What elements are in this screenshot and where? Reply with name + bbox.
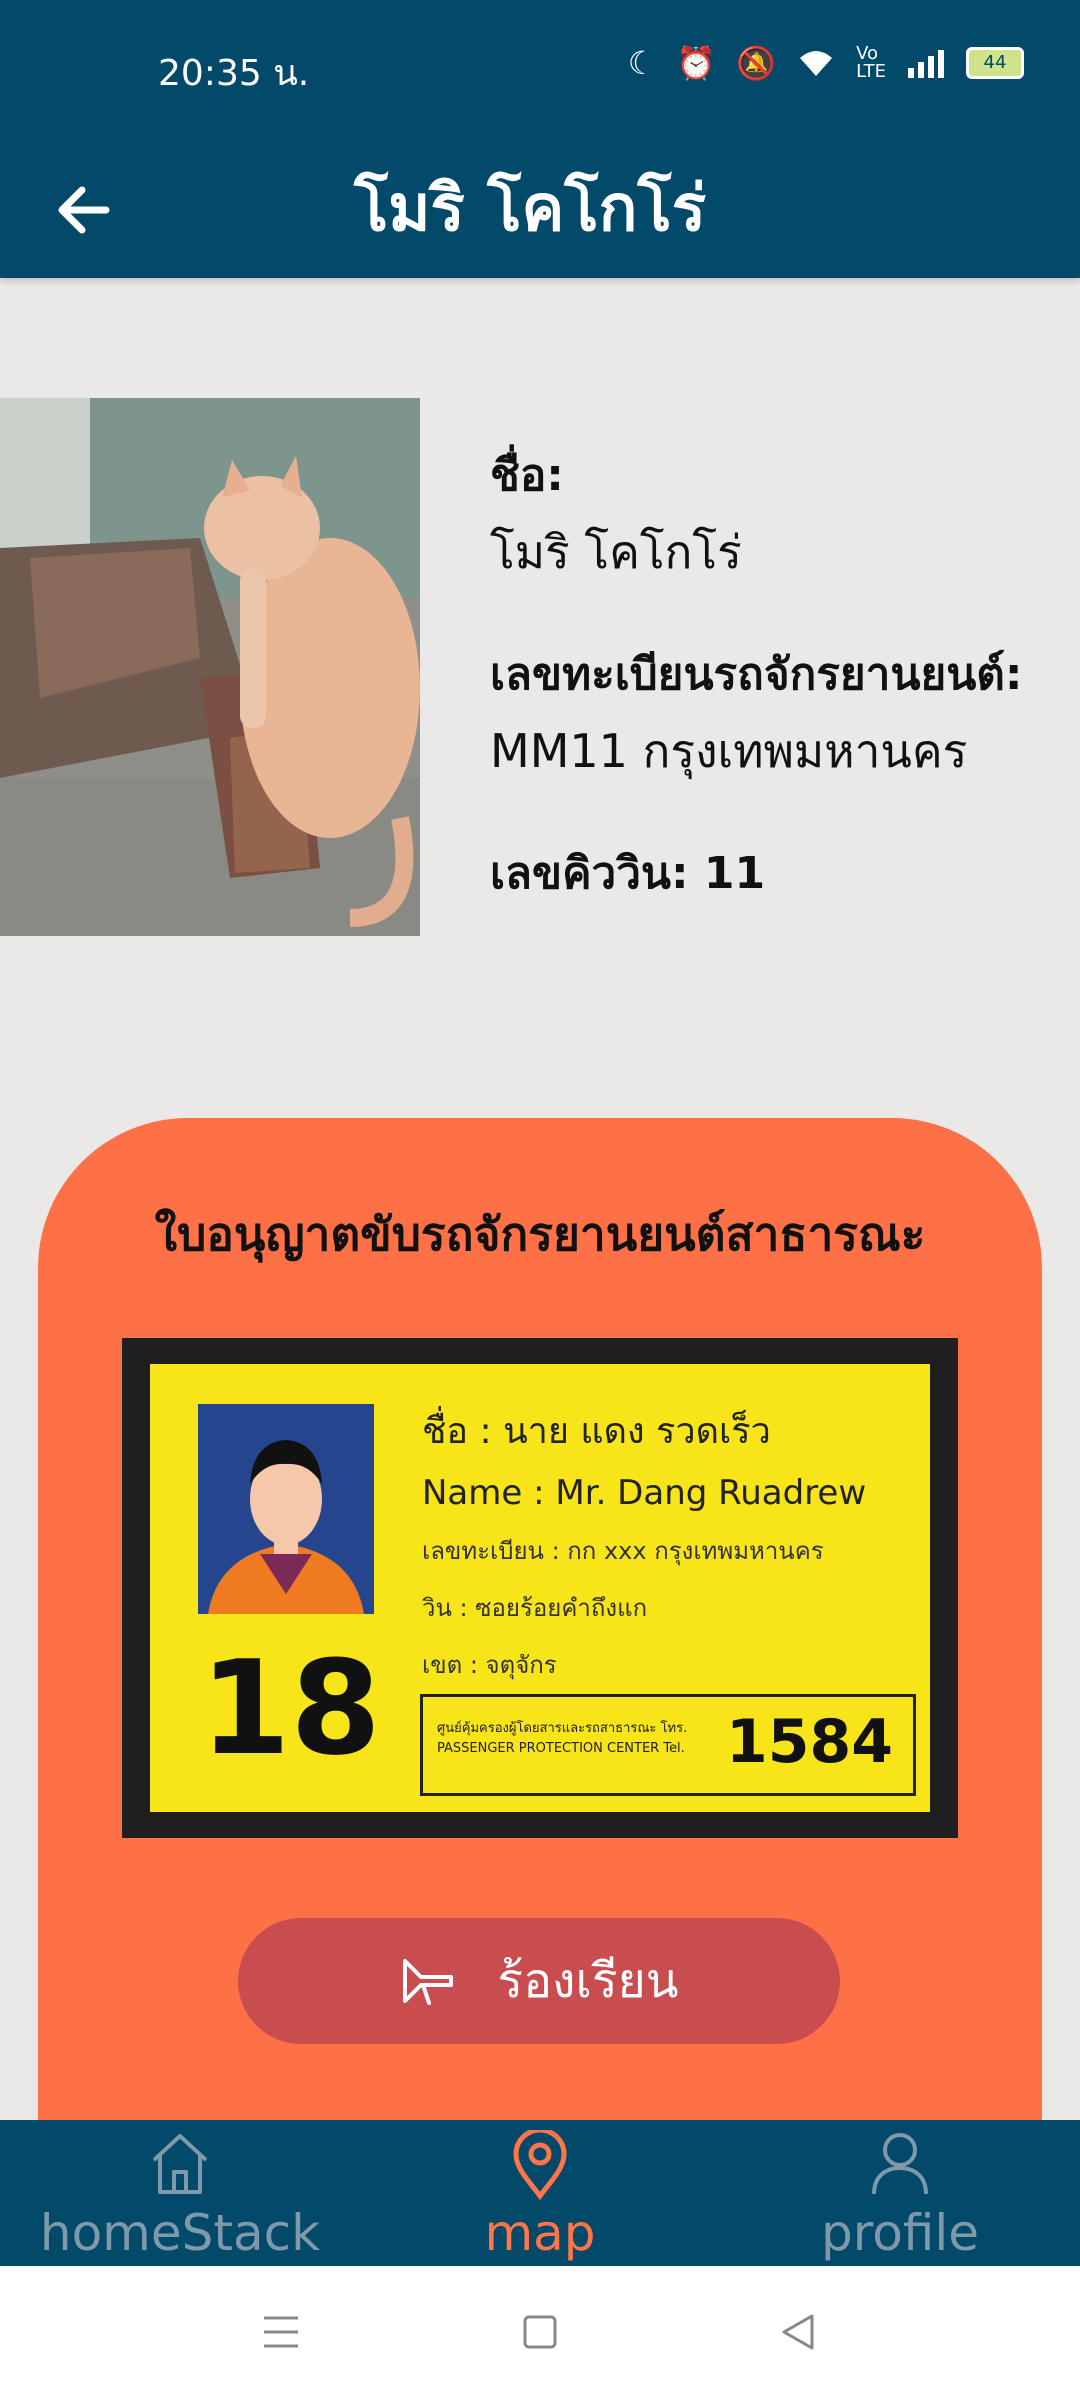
moon-icon: ☾ — [627, 44, 657, 82]
system-nav-bar — [0, 2266, 1080, 2400]
nav-home-label: homeStack — [39, 2204, 321, 2262]
hotline-caption-en: PASSENGER PROTECTION CENTER Tel. — [437, 1741, 685, 1756]
hotline-number: 1584 — [726, 1707, 893, 1777]
status-time: 20:35 น. — [158, 53, 310, 94]
person-icon — [872, 2133, 928, 2195]
complain-button-label: ร้องเรียน — [497, 1953, 679, 2009]
queue-label: เลขคิววิน: 11 — [490, 848, 766, 899]
recents-menu-icon[interactable] — [262, 2314, 300, 2350]
page-title: โมริ โคโกโร่ — [353, 172, 707, 246]
megaphone-icon — [403, 1959, 454, 2005]
license-image: 18 ชื่อ : นาย แดง รวดเร็ว Name : Mr. Dan… — [122, 1338, 958, 1838]
name-value: โมริ โคโกโร่ — [490, 525, 742, 579]
hotline-caption-th: ศูนย์คุ้มครองผู้โดยสารและรถสาธารณะ โทร. — [437, 1721, 688, 1736]
plate-value: MM11 กรุงเทพมหานคร — [490, 724, 968, 778]
home-icon — [152, 2134, 208, 2194]
license-plate: เลขทะเบียน : กก xxx กรุงเทพมหานคร — [422, 1537, 824, 1565]
nav-profile-label: profile — [821, 2204, 979, 2262]
plate-label: เลขทะเบียนรถจักรยานยนต์: — [490, 649, 1023, 700]
mute-icon: 🔕 — [736, 44, 777, 82]
bottom-nav: homeStack map profile — [0, 2120, 1080, 2266]
hotline-caption: ศูนย์คุ้มครองผู้โดยสารและรถสาธารณะ โทร. … — [437, 1719, 687, 1759]
license-card-title: ใบอนุญาตขับรถจักรยานยนต์สาธารณะ — [154, 1207, 926, 1261]
nav-profile[interactable]: profile — [720, 2120, 1080, 2266]
nav-map[interactable]: map — [360, 2120, 720, 2266]
driver-info: ชื่อ: โมริ โคโกโร่ เลขทะเบียนรถจักรยานยน… — [490, 440, 1080, 958]
name-label: ชื่อ: — [490, 450, 564, 501]
license-plate-panel: 18 ชื่อ : นาย แดง รวดเร็ว Name : Mr. Dan… — [150, 1364, 930, 1812]
license-number: 18 — [200, 1632, 381, 1784]
license-avatar — [198, 1404, 374, 1614]
hotline-box: ศูนย์คุ้มครองผู้โดยสารและรถสาธารณะ โทร. … — [420, 1694, 916, 1796]
complain-button[interactable]: ร้องเรียน — [238, 1918, 840, 2044]
status-bar: 20:35 น. ☾ ⏰ 🔕 Vo LTE 44 — [0, 0, 1080, 140]
map-pin-icon — [513, 2130, 567, 2200]
license-zone: เขต : จตุจักร — [422, 1651, 557, 1679]
license-name-th: ชื่อ : นาย แดง รวดเร็ว — [422, 1411, 771, 1452]
nav-home[interactable]: homeStack — [0, 2120, 360, 2266]
volte-icon: Vo LTE — [856, 43, 886, 82]
license-win: วิน : ซอยร้อยคำถึงแก — [422, 1594, 648, 1622]
home-square-icon[interactable] — [522, 2314, 558, 2350]
wifi-icon — [800, 51, 833, 76]
status-icons: ☾ ⏰ 🔕 Vo LTE 44 — [628, 44, 1024, 82]
license-card: ใบอนุญาตขับรถจักรยานยนต์สาธารณะ 18 ชื่อ … — [38, 1118, 1042, 2128]
license-name-en: Name : Mr. Dang Ruadrew — [422, 1473, 867, 1513]
app-bar: โมริ โคโกโร่ — [0, 140, 1080, 278]
license-text: ชื่อ : นาย แดง รวดเร็ว Name : Mr. Dang R… — [422, 1402, 866, 1702]
driver-photo — [0, 398, 420, 936]
signal-icon — [908, 50, 944, 78]
back-triangle-icon[interactable] — [780, 2312, 816, 2352]
alarm-icon: ⏰ — [676, 44, 717, 82]
battery-icon: 44 — [966, 47, 1024, 79]
nav-map-label: map — [484, 2204, 596, 2262]
